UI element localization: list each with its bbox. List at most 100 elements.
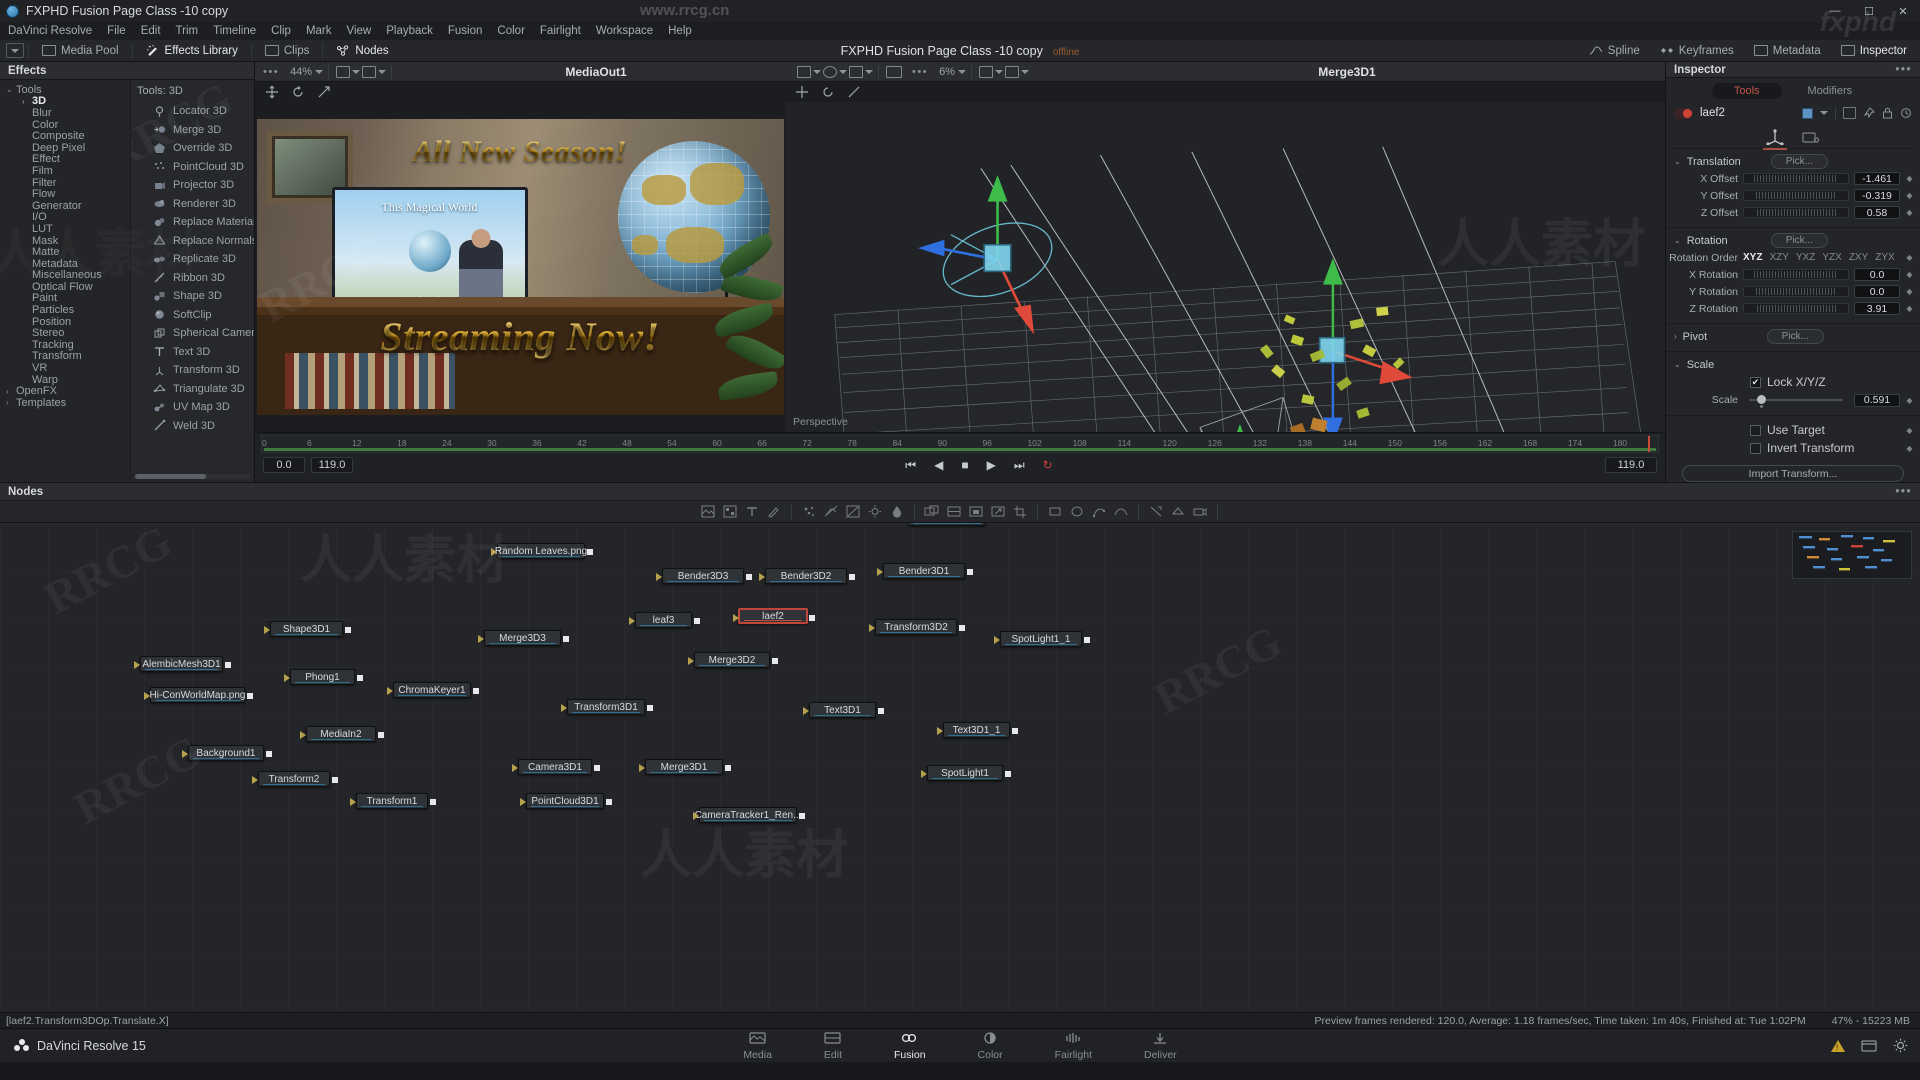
node-output-port[interactable] (247, 693, 253, 699)
settings-gear-icon[interactable] (1893, 1038, 1908, 1053)
timeline-ruler[interactable]: 0 6 12 18 24 30 36 42 48 54 60 66 72 78 84 90 96 102 108 11… (261, 435, 1659, 453)
effects-category-tools[interactable]: ⌄ Tools (0, 84, 130, 96)
node-output-port[interactable] (849, 574, 855, 580)
spline-button[interactable]: Spline (1580, 40, 1649, 62)
param-value-field[interactable]: -1.461 (1854, 172, 1900, 185)
rotation-order-yzx[interactable]: YZX (1822, 252, 1841, 263)
nodes-options-button[interactable]: ••• (1895, 486, 1912, 498)
chevron-down-icon[interactable]: ⌄ (1674, 360, 1681, 369)
viewer1-options-button[interactable]: ••• (255, 66, 287, 78)
chevron-down-icon[interactable]: ⌄ (1674, 236, 1681, 245)
graph-node-camera3d1[interactable]: Camera3D1 (512, 759, 600, 775)
graph-node-background1[interactable]: Background1 (182, 745, 272, 761)
camera-tracker-icon[interactable] (1189, 501, 1211, 523)
keyframe-diamond-icon[interactable]: ◆ (1905, 304, 1914, 313)
node-output-port[interactable] (266, 751, 272, 757)
effects-category-filter[interactable]: Filter (0, 177, 130, 189)
warning-icon[interactable] (1831, 1039, 1845, 1052)
param-row-z-rotation[interactable]: Z Rotation 3.91 ◆ (1666, 300, 1920, 317)
particles-tool-icon[interactable] (798, 501, 820, 523)
twisty-icon[interactable]: › (6, 398, 16, 407)
effects-category-i-o[interactable]: I/O (0, 211, 130, 223)
transport-buttons[interactable]: ⏮ ◀ ■ ▶ ⏭ ↻ (359, 458, 1599, 473)
reset-history-icon[interactable] (1900, 107, 1912, 119)
node-output-port[interactable] (878, 708, 884, 714)
section-header-rotation[interactable]: ⌄ Rotation Pick... (1666, 232, 1920, 249)
graph-node-merge3d3[interactable]: Merge3D3 (478, 630, 569, 646)
graph-node-bender3d3[interactable]: Bender3D3 (656, 568, 752, 584)
effects-library-button[interactable]: Effects Library (137, 40, 247, 62)
node-output-port[interactable] (1012, 728, 1018, 734)
graph-node-leaf1[interactable]: Leaf1 (908, 523, 986, 526)
node-input-port[interactable] (387, 687, 393, 695)
node-input-port[interactable] (869, 624, 875, 632)
effects-category-tree[interactable]: ⌄ Tools › 3D Blur Color Composite Deep Pixel Eff… (0, 80, 130, 482)
node-graph-minimap[interactable] (1792, 531, 1912, 579)
chevron-down-icon[interactable] (994, 69, 1003, 74)
node-input-port[interactable] (134, 661, 140, 669)
play-forward-button[interactable]: ▶ (987, 458, 996, 472)
node-input-port[interactable] (264, 626, 270, 634)
viewer2-lut-icon[interactable] (1004, 65, 1019, 78)
background-tool-icon[interactable] (719, 501, 741, 523)
node-input-port[interactable] (512, 764, 518, 772)
graph-node-bender3d1[interactable]: Bender3D1 (877, 563, 973, 579)
graph-node-mediain2[interactable]: MediaIn2 (300, 726, 384, 742)
graph-node-transform3d2[interactable]: Transform3D2 (869, 619, 965, 635)
effects-category-composite[interactable]: Composite (0, 130, 130, 142)
rectangle-mask-icon[interactable] (1044, 501, 1066, 523)
first-frame-button[interactable]: ⏮ (905, 458, 916, 473)
settings-tab[interactable] (1801, 129, 1821, 145)
node-input-port[interactable] (144, 692, 150, 700)
pick-button[interactable]: Pick... (1770, 154, 1828, 169)
effects-tool-locator-3d[interactable]: Locator 3D (131, 102, 254, 121)
resize-tool-icon[interactable] (987, 501, 1009, 523)
keyframe-diamond-icon[interactable]: ◆ (1905, 253, 1914, 262)
node-input-port[interactable] (478, 635, 484, 643)
param-value-field[interactable]: 0.591 (1854, 393, 1900, 407)
scale-tool-icon[interactable] (847, 85, 861, 99)
menu-item-help[interactable]: Help (668, 25, 692, 37)
param-row-y-rotation[interactable]: Y Rotation 0.0 ◆ (1666, 283, 1920, 300)
effects-tool-renderer-3d[interactable]: Renderer 3D (131, 195, 254, 214)
node-output-port[interactable] (809, 615, 815, 621)
timeline-end-field[interactable]: 119.0 (311, 457, 353, 473)
chevron-down-icon[interactable] (1820, 111, 1828, 116)
menu-item-edit[interactable]: Edit (141, 25, 161, 37)
graph-node-chromakeyer1[interactable]: ChromaKeyer1 (387, 682, 479, 698)
scale-slider[interactable] (1749, 395, 1843, 408)
keyframe-diamond-icon[interactable]: ◆ (1905, 208, 1914, 217)
menu-item-mark[interactable]: Mark (306, 25, 332, 37)
viewer2-options-button[interactable]: ••• (904, 66, 936, 78)
param-slider[interactable] (1743, 303, 1849, 314)
effects-category-matte[interactable]: Matte (0, 246, 130, 258)
param-slider[interactable] (1743, 269, 1849, 280)
param-row-x-rotation[interactable]: X Rotation 0.0 ◆ (1666, 266, 1920, 283)
menu-item-fairlight[interactable]: Fairlight (540, 25, 581, 37)
menu-item-clip[interactable]: Clip (271, 25, 291, 37)
twisty-icon[interactable]: › (22, 97, 32, 106)
param-row-x-offset[interactable]: X Offset -1.461 ◆ (1666, 170, 1920, 187)
node-color-swatch[interactable] (1802, 107, 1813, 119)
node-output-port[interactable] (345, 627, 351, 633)
menu-item-playback[interactable]: Playback (386, 25, 433, 37)
page-nav-deliver[interactable]: Deliver (1144, 1031, 1177, 1061)
effects-tool-weld-3d[interactable]: Weld 3D (131, 417, 254, 436)
nodes-button[interactable]: Nodes (327, 40, 397, 62)
effects-category-optical-flow[interactable]: Optical Flow (0, 281, 130, 293)
page-nav-color[interactable]: Color (978, 1031, 1003, 1061)
chevron-down-icon[interactable] (378, 69, 387, 74)
keyframe-diamond-icon[interactable]: ◆ (1905, 270, 1914, 279)
node-output-port[interactable] (772, 658, 778, 664)
graph-node-spotlight1-1[interactable]: SpotLight1_1 (994, 631, 1090, 647)
effects-scrollbar[interactable] (135, 474, 250, 479)
rotate-tool-icon[interactable] (291, 85, 305, 99)
node-output-port[interactable] (378, 732, 384, 738)
lock-xyz-checkbox[interactable]: ✔ (1750, 376, 1761, 388)
section-header-translation[interactable]: ⌄ Translation Pick... (1666, 153, 1920, 170)
node-input-port[interactable] (639, 764, 645, 772)
node-output-port[interactable] (587, 549, 593, 555)
effects-tool-merge-3d[interactable]: Merge 3D (131, 121, 254, 140)
section-header-scale[interactable]: ⌄ Scale (1666, 356, 1920, 373)
ellipse-mask-icon[interactable] (1066, 501, 1088, 523)
